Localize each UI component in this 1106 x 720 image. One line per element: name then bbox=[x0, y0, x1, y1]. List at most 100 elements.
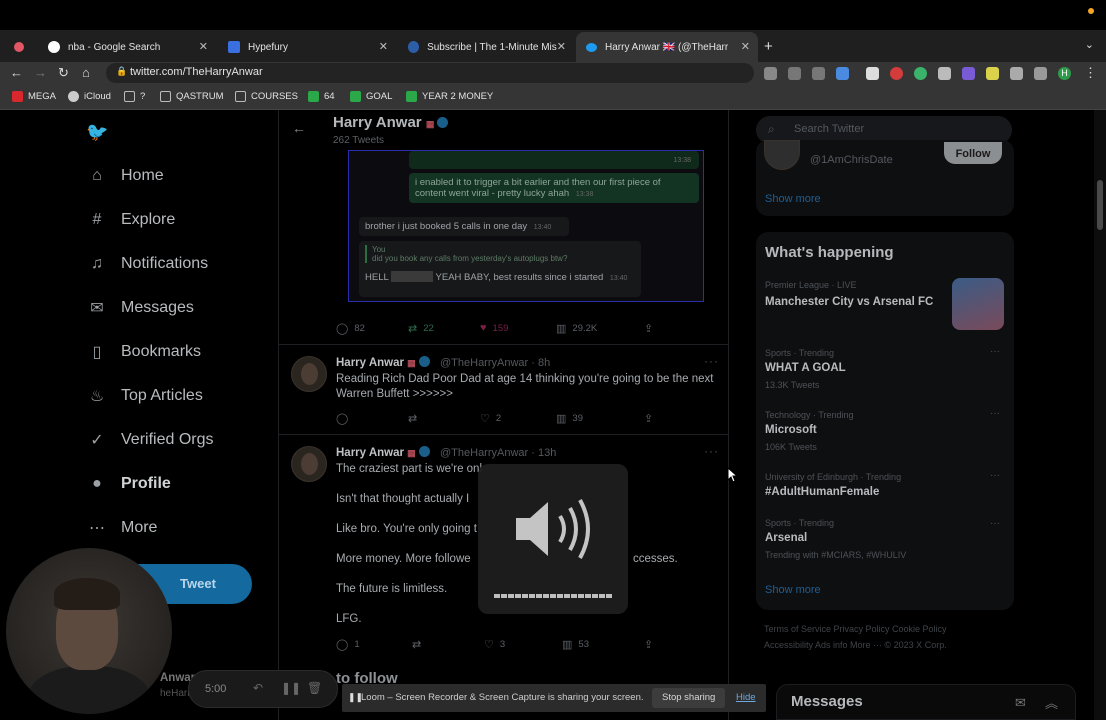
extension-red-icon[interactable] bbox=[890, 67, 903, 80]
stop-sharing-button[interactable]: Stop sharing bbox=[652, 688, 726, 708]
tweet-handle[interactable]: @TheHarryAnwar · 8h bbox=[440, 357, 550, 369]
page-scrollbar[interactable] bbox=[1094, 110, 1106, 720]
reply-action[interactable]: ◯ 82 bbox=[336, 322, 365, 335]
trash-icon[interactable]: 🗑 bbox=[307, 681, 322, 695]
chevron-up-icon[interactable]: ︽ bbox=[1045, 693, 1058, 712]
share-action[interactable]: ⇪ bbox=[644, 638, 659, 651]
close-icon[interactable]: ✕ bbox=[740, 40, 750, 53]
sidebar-item-bookmarks[interactable]: ▯ Bookmarks bbox=[87, 342, 201, 362]
bookmark-64[interactable]: 64 bbox=[308, 91, 335, 102]
sidebar-item-explore[interactable]: # Explore bbox=[87, 210, 176, 230]
like-action[interactable]: ♡ 3 bbox=[484, 638, 505, 651]
like-action[interactable]: ♥ 159 bbox=[480, 322, 508, 334]
reply-action[interactable]: ◯ bbox=[336, 412, 354, 425]
hide-link[interactable]: Hide bbox=[736, 692, 756, 703]
sidebar-item-top-articles[interactable]: ♨ Top Articles bbox=[87, 386, 203, 406]
camera-icon[interactable] bbox=[764, 67, 777, 80]
sidebar-item-verified-orgs[interactable]: ✓ Verified Orgs bbox=[87, 430, 213, 450]
extension-n-icon[interactable] bbox=[866, 67, 879, 80]
trend-title[interactable]: #AdultHumanFemale bbox=[765, 486, 879, 498]
retweet-action[interactable]: ⇄ bbox=[412, 638, 427, 651]
back-arrow-icon[interactable]: ← bbox=[292, 120, 306, 136]
follow-button[interactable]: Follow bbox=[944, 142, 1002, 164]
install-icon[interactable] bbox=[788, 67, 801, 80]
new-tab-icon[interactable]: + bbox=[764, 38, 773, 55]
url-field[interactable]: 🔒 twitter.com/TheHarryAnwar bbox=[106, 63, 754, 83]
forward-icon[interactable]: → bbox=[34, 65, 47, 80]
more-options-icon[interactable]: ··· bbox=[990, 346, 1000, 357]
webcam-bubble[interactable] bbox=[6, 548, 172, 714]
home-icon[interactable]: ⌂ bbox=[82, 65, 90, 80]
new-message-icon[interactable]: ✉ bbox=[1015, 695, 1026, 711]
bookmark-mega[interactable]: MEGA bbox=[12, 91, 56, 102]
avatar[interactable] bbox=[764, 140, 800, 170]
more-options-icon[interactable]: ··· bbox=[990, 408, 1000, 419]
sidebar-item-more[interactable]: ⋯ More bbox=[87, 518, 157, 538]
bookmark-goal[interactable]: GOAL bbox=[350, 91, 392, 102]
sidebar-item-profile[interactable]: ● Profile bbox=[87, 474, 171, 494]
extension-green-icon[interactable] bbox=[914, 67, 927, 80]
scrollbar-thumb[interactable] bbox=[1097, 180, 1103, 230]
more-options-icon[interactable]: ··· bbox=[990, 470, 1000, 481]
share-action[interactable]: ⇪ bbox=[644, 322, 659, 335]
tab-twitter[interactable]: Harry Anwar 🇬🇧 (@TheHarr ✕ bbox=[576, 32, 758, 62]
extension-purple-icon[interactable] bbox=[962, 67, 975, 80]
twitter-logo-icon[interactable]: 🐦 bbox=[86, 122, 108, 143]
share-action[interactable]: ⇪ bbox=[644, 412, 659, 425]
more-options-icon[interactable]: ··· bbox=[704, 354, 719, 368]
tweet-handle[interactable]: @TheHarryAnwar · 13h bbox=[440, 447, 556, 459]
footer-links[interactable]: Accessibility Ads info More ··· © 2023 X… bbox=[764, 640, 947, 650]
reload-icon[interactable]: ↻ bbox=[58, 65, 69, 81]
trend-thumbnail[interactable] bbox=[952, 278, 1004, 330]
sidebar-item-notifications[interactable]: ♫ Notifications bbox=[87, 254, 208, 274]
views-action[interactable]: ▥ 29.2K bbox=[556, 322, 597, 335]
extension-yellow-icon[interactable] bbox=[986, 67, 999, 80]
back-icon[interactable]: ← bbox=[10, 65, 23, 80]
menu-dots-icon[interactable]: ⋮ bbox=[1084, 65, 1097, 81]
retweet-action[interactable]: ⇄ bbox=[408, 412, 423, 425]
tab-google[interactable]: nba - Google Search ✕ bbox=[38, 32, 216, 62]
sidepanel-icon[interactable] bbox=[1034, 67, 1047, 80]
like-action[interactable]: ♡ 2 bbox=[480, 412, 501, 425]
bookmark-icloud[interactable]: iCloud bbox=[68, 91, 111, 102]
trend-title[interactable]: Arsenal bbox=[765, 532, 807, 544]
sidebar-item-messages[interactable]: ✉ Messages bbox=[87, 298, 194, 318]
undo-icon[interactable]: ↶ bbox=[253, 681, 263, 695]
follow-handle[interactable]: @1AmChrisDate bbox=[810, 154, 893, 166]
views-action[interactable]: ▥ 39 bbox=[556, 412, 583, 425]
sidebar-item-home[interactable]: ⌂ Home bbox=[87, 166, 164, 186]
messages-drawer[interactable]: Messages ✉ ︽ bbox=[776, 684, 1076, 720]
close-icon[interactable]: ✕ bbox=[556, 40, 566, 53]
bookmark-qastrum[interactable]: QASTRUM bbox=[160, 91, 224, 102]
tweet-author[interactable]: Harry Anwar ▦ bbox=[336, 356, 433, 369]
views-action[interactable]: ▥ 53 bbox=[562, 638, 589, 651]
trend-title[interactable]: Manchester City vs Arsenal FC bbox=[765, 296, 933, 308]
more-options-icon[interactable]: ··· bbox=[704, 444, 719, 458]
tweet-author[interactable]: Harry Anwar ▦ bbox=[336, 446, 433, 459]
more-options-icon[interactable]: ··· bbox=[990, 518, 1000, 529]
bookmark-question[interactable]: ? bbox=[124, 91, 145, 102]
tab-subscribe[interactable]: Subscribe | The 1-Minute Missi ✕ bbox=[398, 32, 574, 62]
avatar[interactable] bbox=[291, 356, 327, 392]
puzzle-icon[interactable] bbox=[1010, 67, 1023, 80]
avatar[interactable] bbox=[291, 446, 327, 482]
close-icon[interactable]: ✕ bbox=[379, 40, 388, 53]
extension-grey-icon[interactable] bbox=[938, 67, 951, 80]
show-more-link[interactable]: Show more bbox=[765, 584, 821, 596]
star-icon[interactable] bbox=[836, 67, 849, 80]
trend-title[interactable]: WHAT A GOAL bbox=[765, 362, 846, 374]
footer-links[interactable]: Terms of Service Privacy Policy Cookie P… bbox=[764, 624, 947, 634]
tweet-image-dm-screenshot[interactable]: 13:38 i enabled it to trigger a bit earl… bbox=[348, 150, 704, 302]
show-more-link[interactable]: Show more bbox=[765, 193, 821, 205]
profile-avatar[interactable]: H bbox=[1058, 67, 1071, 80]
tab-hypefury[interactable]: Hypefury ✕ bbox=[218, 32, 396, 62]
pause-icon[interactable]: ❚❚ bbox=[281, 681, 301, 695]
reply-action[interactable]: ◯ 1 bbox=[336, 638, 360, 651]
retweet-action[interactable]: ⇄ 22 bbox=[408, 322, 434, 335]
bookmark-year2money[interactable]: YEAR 2 MONEY bbox=[406, 91, 493, 102]
close-icon[interactable]: ✕ bbox=[199, 40, 208, 53]
chevron-down-icon[interactable]: ⌄ bbox=[1085, 38, 1094, 51]
share-icon[interactable] bbox=[812, 67, 825, 80]
bookmark-courses[interactable]: COURSES bbox=[235, 91, 298, 102]
trend-title[interactable]: Microsoft bbox=[765, 424, 817, 436]
